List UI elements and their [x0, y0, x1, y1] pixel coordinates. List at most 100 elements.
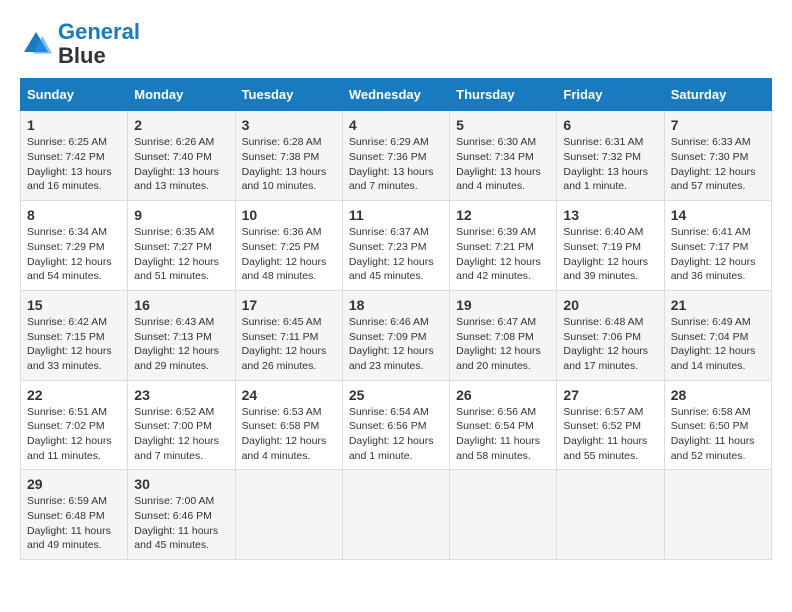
- calendar-day-cell: 24 Sunrise: 6:53 AMSunset: 6:58 PMDayligh…: [235, 380, 342, 470]
- calendar-day-cell: 19 Sunrise: 6:47 AMSunset: 7:08 PMDayligh…: [450, 290, 557, 380]
- day-info: Sunrise: 6:51 AMSunset: 7:02 PMDaylight:…: [27, 405, 121, 464]
- calendar-day-cell: 6 Sunrise: 6:31 AMSunset: 7:32 PMDaylight…: [557, 111, 664, 201]
- col-wednesday: Wednesday: [342, 79, 449, 111]
- col-saturday: Saturday: [664, 79, 771, 111]
- day-info: Sunrise: 6:29 AMSunset: 7:36 PMDaylight:…: [349, 135, 443, 194]
- day-number: 6: [563, 117, 657, 133]
- calendar-day-cell: 17 Sunrise: 6:45 AMSunset: 7:11 PMDayligh…: [235, 290, 342, 380]
- day-info: Sunrise: 6:35 AMSunset: 7:27 PMDaylight:…: [134, 225, 228, 284]
- day-number: 29: [27, 476, 121, 492]
- calendar-day-cell: 2 Sunrise: 6:26 AMSunset: 7:40 PMDaylight…: [128, 111, 235, 201]
- calendar-week-row: 22 Sunrise: 6:51 AMSunset: 7:02 PMDayligh…: [21, 380, 772, 470]
- day-number: 18: [349, 297, 443, 313]
- day-number: 3: [242, 117, 336, 133]
- day-info: Sunrise: 6:33 AMSunset: 7:30 PMDaylight:…: [671, 135, 765, 194]
- day-info: Sunrise: 6:54 AMSunset: 6:56 PMDaylight:…: [349, 405, 443, 464]
- day-info: Sunrise: 6:36 AMSunset: 7:25 PMDaylight:…: [242, 225, 336, 284]
- day-number: 2: [134, 117, 228, 133]
- day-number: 28: [671, 387, 765, 403]
- calendar-day-cell: 30 Sunrise: 7:00 AMSunset: 6:46 PMDayligh…: [128, 470, 235, 560]
- day-number: 21: [671, 297, 765, 313]
- day-info: Sunrise: 6:48 AMSunset: 7:06 PMDaylight:…: [563, 315, 657, 374]
- day-info: Sunrise: 6:40 AMSunset: 7:19 PMDaylight:…: [563, 225, 657, 284]
- day-number: 22: [27, 387, 121, 403]
- day-number: 25: [349, 387, 443, 403]
- page-header: GeneralBlue: [20, 20, 772, 68]
- day-number: 9: [134, 207, 228, 223]
- day-info: Sunrise: 6:34 AMSunset: 7:29 PMDaylight:…: [27, 225, 121, 284]
- calendar-day-cell: 18 Sunrise: 6:46 AMSunset: 7:09 PMDayligh…: [342, 290, 449, 380]
- day-number: 24: [242, 387, 336, 403]
- calendar-week-row: 15Sunrise: 6:42 AMSunset: 7:15 PMDayligh…: [21, 290, 772, 380]
- day-number: 4: [349, 117, 443, 133]
- day-info: Sunrise: 6:57 AMSunset: 6:52 PMDaylight:…: [563, 405, 657, 464]
- calendar-header-row: Sunday Monday Tuesday Wednesday Thursday…: [21, 79, 772, 111]
- day-info: Sunrise: 6:47 AMSunset: 7:08 PMDaylight:…: [456, 315, 550, 374]
- day-number: 17: [242, 297, 336, 313]
- day-info: Sunrise: 6:25 AMSunset: 7:42 PMDaylight:…: [27, 135, 121, 194]
- calendar-day-cell: 5 Sunrise: 6:30 AMSunset: 7:34 PMDaylight…: [450, 111, 557, 201]
- logo: GeneralBlue: [20, 20, 140, 68]
- day-info: Sunrise: 6:45 AMSunset: 7:11 PMDaylight:…: [242, 315, 336, 374]
- col-monday: Monday: [128, 79, 235, 111]
- calendar-day-cell: 13Sunrise: 6:40 AMSunset: 7:19 PMDayligh…: [557, 201, 664, 291]
- day-info: Sunrise: 6:59 AMSunset: 6:48 PMDaylight:…: [27, 494, 121, 553]
- day-number: 20: [563, 297, 657, 313]
- day-info: Sunrise: 6:26 AMSunset: 7:40 PMDaylight:…: [134, 135, 228, 194]
- calendar-empty-cell: [235, 470, 342, 560]
- col-friday: Friday: [557, 79, 664, 111]
- calendar-week-row: 8Sunrise: 6:34 AMSunset: 7:29 PMDaylight…: [21, 201, 772, 291]
- calendar-day-cell: 4 Sunrise: 6:29 AMSunset: 7:36 PMDaylight…: [342, 111, 449, 201]
- day-number: 10: [242, 207, 336, 223]
- calendar-week-row: 29 Sunrise: 6:59 AMSunset: 6:48 PMDayligh…: [21, 470, 772, 560]
- day-info: Sunrise: 6:53 AMSunset: 6:58 PMDaylight:…: [242, 405, 336, 464]
- calendar-day-cell: 12 Sunrise: 6:39 AMSunset: 7:21 PMDayligh…: [450, 201, 557, 291]
- day-info: Sunrise: 6:28 AMSunset: 7:38 PMDaylight:…: [242, 135, 336, 194]
- day-info: Sunrise: 6:39 AMSunset: 7:21 PMDaylight:…: [456, 225, 550, 284]
- calendar-day-cell: 1 Sunrise: 6:25 AMSunset: 7:42 PMDaylight…: [21, 111, 128, 201]
- day-info: Sunrise: 6:49 AMSunset: 7:04 PMDaylight:…: [671, 315, 765, 374]
- calendar-day-cell: 9 Sunrise: 6:35 AMSunset: 7:27 PMDaylight…: [128, 201, 235, 291]
- calendar-day-cell: 21 Sunrise: 6:49 AMSunset: 7:04 PMDayligh…: [664, 290, 771, 380]
- calendar-empty-cell: [342, 470, 449, 560]
- day-number: 5: [456, 117, 550, 133]
- calendar-empty-cell: [450, 470, 557, 560]
- calendar-day-cell: 25 Sunrise: 6:54 AMSunset: 6:56 PMDayligh…: [342, 380, 449, 470]
- day-info: Sunrise: 6:30 AMSunset: 7:34 PMDaylight:…: [456, 135, 550, 194]
- calendar-day-cell: 10 Sunrise: 6:36 AMSunset: 7:25 PMDayligh…: [235, 201, 342, 291]
- day-info: Sunrise: 6:58 AMSunset: 6:50 PMDaylight:…: [671, 405, 765, 464]
- calendar-day-cell: 3 Sunrise: 6:28 AMSunset: 7:38 PMDaylight…: [235, 111, 342, 201]
- day-number: 23: [134, 387, 228, 403]
- day-info: Sunrise: 6:52 AMSunset: 7:00 PMDaylight:…: [134, 405, 228, 464]
- col-tuesday: Tuesday: [235, 79, 342, 111]
- day-info: Sunrise: 6:43 AMSunset: 7:13 PMDaylight:…: [134, 315, 228, 374]
- calendar-day-cell: 15Sunrise: 6:42 AMSunset: 7:15 PMDayligh…: [21, 290, 128, 380]
- day-number: 16: [134, 297, 228, 313]
- day-number: 30: [134, 476, 228, 492]
- col-thursday: Thursday: [450, 79, 557, 111]
- day-info: Sunrise: 6:46 AMSunset: 7:09 PMDaylight:…: [349, 315, 443, 374]
- day-number: 12: [456, 207, 550, 223]
- calendar-day-cell: 29 Sunrise: 6:59 AMSunset: 6:48 PMDayligh…: [21, 470, 128, 560]
- logo-icon: [20, 28, 52, 60]
- col-sunday: Sunday: [21, 79, 128, 111]
- calendar-day-cell: 7 Sunrise: 6:33 AMSunset: 7:30 PMDaylight…: [664, 111, 771, 201]
- calendar-day-cell: 23 Sunrise: 6:52 AMSunset: 7:00 PMDayligh…: [128, 380, 235, 470]
- day-info: Sunrise: 7:00 AMSunset: 6:46 PMDaylight:…: [134, 494, 228, 553]
- day-number: 26: [456, 387, 550, 403]
- day-number: 1: [27, 117, 121, 133]
- calendar-day-cell: 11Sunrise: 6:37 AMSunset: 7:23 PMDayligh…: [342, 201, 449, 291]
- calendar-day-cell: 26Sunrise: 6:56 AMSunset: 6:54 PMDayligh…: [450, 380, 557, 470]
- day-number: 14: [671, 207, 765, 223]
- day-info: Sunrise: 6:31 AMSunset: 7:32 PMDaylight:…: [563, 135, 657, 194]
- day-number: 7: [671, 117, 765, 133]
- day-number: 19: [456, 297, 550, 313]
- calendar-day-cell: 16 Sunrise: 6:43 AMSunset: 7:13 PMDayligh…: [128, 290, 235, 380]
- logo-text: GeneralBlue: [58, 20, 140, 68]
- calendar-day-cell: 28 Sunrise: 6:58 AMSunset: 6:50 PMDayligh…: [664, 380, 771, 470]
- day-number: 27: [563, 387, 657, 403]
- calendar-empty-cell: [664, 470, 771, 560]
- calendar-day-cell: 14Sunrise: 6:41 AMSunset: 7:17 PMDayligh…: [664, 201, 771, 291]
- calendar-day-cell: 8Sunrise: 6:34 AMSunset: 7:29 PMDaylight…: [21, 201, 128, 291]
- calendar-empty-cell: [557, 470, 664, 560]
